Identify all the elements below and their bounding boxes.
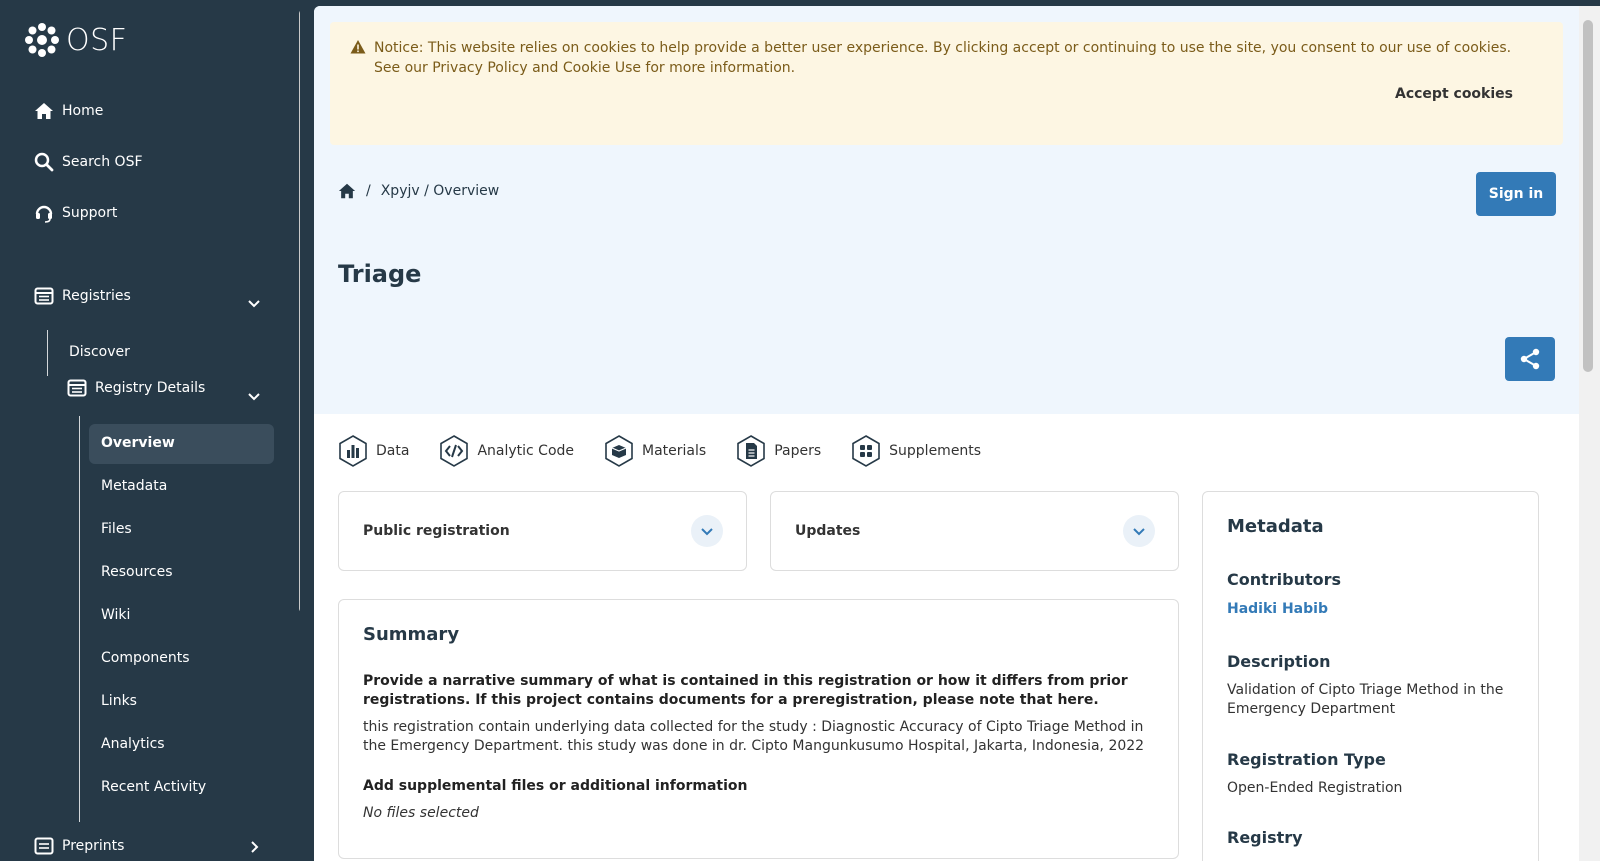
nav-metadata[interactable]: Metadata <box>101 478 167 494</box>
summary-question: Provide a narrative summary of what is c… <box>363 673 1128 708</box>
badge-supplements-label: Supplements <box>889 443 982 459</box>
registration-type-label: Registration Type <box>1227 750 1386 769</box>
contributors-label: Contributors <box>1227 570 1342 589</box>
nav-recent-activity[interactable]: Recent Activity <box>101 779 206 795</box>
headset-icon <box>35 205 53 223</box>
public-registration-card[interactable]: Public registration <box>338 491 747 571</box>
badge-data-label: Data <box>376 443 410 459</box>
summary-answer: this registration contain underlying dat… <box>363 719 1145 754</box>
home-icon <box>35 103 53 119</box>
chevron-right-icon[interactable] <box>247 840 261 854</box>
nav-support-label: Support <box>62 205 118 221</box>
sign-in-button[interactable]: Sign in <box>1476 172 1556 216</box>
badge-data[interactable]: Data <box>338 435 409 467</box>
updates-title: Updates <box>795 523 861 539</box>
nav-search[interactable]: Search OSF <box>34 152 143 172</box>
nav-preprints-label: Preprints <box>62 838 125 854</box>
summary-card: Summary Provide a narrative summary of w… <box>338 599 1179 859</box>
nav-resources[interactable]: Resources <box>101 564 173 580</box>
nav-preprints[interactable]: Preprints <box>34 836 124 856</box>
materials-badge-icon <box>605 435 633 467</box>
updates-toggle[interactable] <box>1123 515 1155 547</box>
badge-materials[interactable]: Materials <box>604 435 706 467</box>
share-button[interactable] <box>1505 337 1555 381</box>
updates-card[interactable]: Updates <box>770 491 1179 571</box>
registration-type-value: Open-Ended Registration <box>1227 780 1403 796</box>
cookie-notice-text: Notice: This website relies on cookies t… <box>374 40 1512 76</box>
badge-analytic-code-label: Analytic Code <box>477 443 575 459</box>
nav-search-label: Search OSF <box>62 154 143 170</box>
nav-links[interactable]: Links <box>101 693 137 709</box>
description-label: Description <box>1227 652 1331 671</box>
contributor-link[interactable]: Hadiki Habib <box>1227 600 1507 619</box>
papers-badge-icon <box>737 435 765 467</box>
registries-icon <box>34 287 54 305</box>
hero-section: Notice: This website relies on cookies t… <box>314 6 1579 414</box>
data-badge-icon <box>339 435 367 467</box>
main-scrollbar-thumb[interactable] <box>1583 20 1593 372</box>
warning-icon <box>350 40 366 54</box>
badge-materials-label: Materials <box>642 443 707 459</box>
cookie-notice: Notice: This website relies on cookies t… <box>330 22 1563 145</box>
public-registration-title: Public registration <box>363 523 510 539</box>
sidebar-scrollbar[interactable] <box>299 10 300 612</box>
accept-cookies-button[interactable]: Accept cookies <box>1395 86 1513 102</box>
osf-logo[interactable]: OSF <box>24 22 127 58</box>
badge-analytic-code[interactable]: Analytic Code <box>439 435 574 467</box>
supplemental-files-label: Add supplemental files or additional inf… <box>363 778 748 794</box>
nav-components[interactable]: Components <box>101 650 190 666</box>
nav-support[interactable]: Support <box>34 203 117 223</box>
no-files-text: No files selected <box>363 805 479 821</box>
search-icon <box>34 152 54 172</box>
breadcrumb-path[interactable]: Xpyjv / Overview <box>381 183 499 199</box>
nav-overview[interactable]: Overview <box>101 435 175 451</box>
metadata-heading: Metadata <box>1227 516 1324 537</box>
metadata-card: Metadata Contributors Hadiki Habib Descr… <box>1202 491 1539 861</box>
badge-papers[interactable]: Papers <box>736 435 821 467</box>
nav-home-label: Home <box>62 103 104 119</box>
chevron-down-icon[interactable] <box>247 296 261 310</box>
nav-registry-details-label: Registry Details <box>95 380 206 396</box>
osf-logo-icon <box>25 23 59 57</box>
nav-tree-line <box>79 416 80 822</box>
breadcrumb: / Xpyjv / Overview <box>338 182 499 200</box>
supplements-badge-icon <box>852 435 880 467</box>
page-title: Triage <box>338 260 422 288</box>
chevron-down-icon[interactable] <box>247 389 261 403</box>
share-icon <box>1520 348 1540 370</box>
main-content: Notice: This website relies on cookies t… <box>314 6 1579 861</box>
home-icon[interactable] <box>338 182 356 200</box>
chevron-down-icon <box>701 528 713 536</box>
description-value: Validation of Cipto Triage Method in the… <box>1227 682 1504 717</box>
nav-discover[interactable]: Discover <box>69 344 130 360</box>
badge-papers-label: Papers <box>774 443 822 459</box>
logo-text: OSF <box>66 22 128 58</box>
nav-tree-line <box>47 330 48 376</box>
nav-registries-label: Registries <box>62 288 131 304</box>
resource-badges: Data Analytic Code Materials Papers Supp… <box>338 435 1011 467</box>
summary-heading: Summary <box>363 624 460 645</box>
badge-supplements[interactable]: Supplements <box>851 435 981 467</box>
breadcrumb-separator: / <box>366 183 371 199</box>
nav-wiki[interactable]: Wiki <box>101 607 130 623</box>
nav-files[interactable]: Files <box>101 521 132 537</box>
nav-registries[interactable]: Registries <box>34 286 131 306</box>
nav-analytics[interactable]: Analytics <box>101 736 165 752</box>
registries-icon <box>67 379 87 397</box>
chevron-down-icon <box>1133 528 1145 536</box>
nav-home[interactable]: Home <box>34 101 103 121</box>
nav-registry-details[interactable]: Registry Details <box>67 378 205 398</box>
public-registration-toggle[interactable] <box>691 515 723 547</box>
code-badge-icon <box>440 435 469 467</box>
registry-label: Registry <box>1227 828 1303 847</box>
sidebar: OSF Home Search OSF Support Registries D… <box>0 0 300 861</box>
preprints-icon <box>34 837 54 855</box>
